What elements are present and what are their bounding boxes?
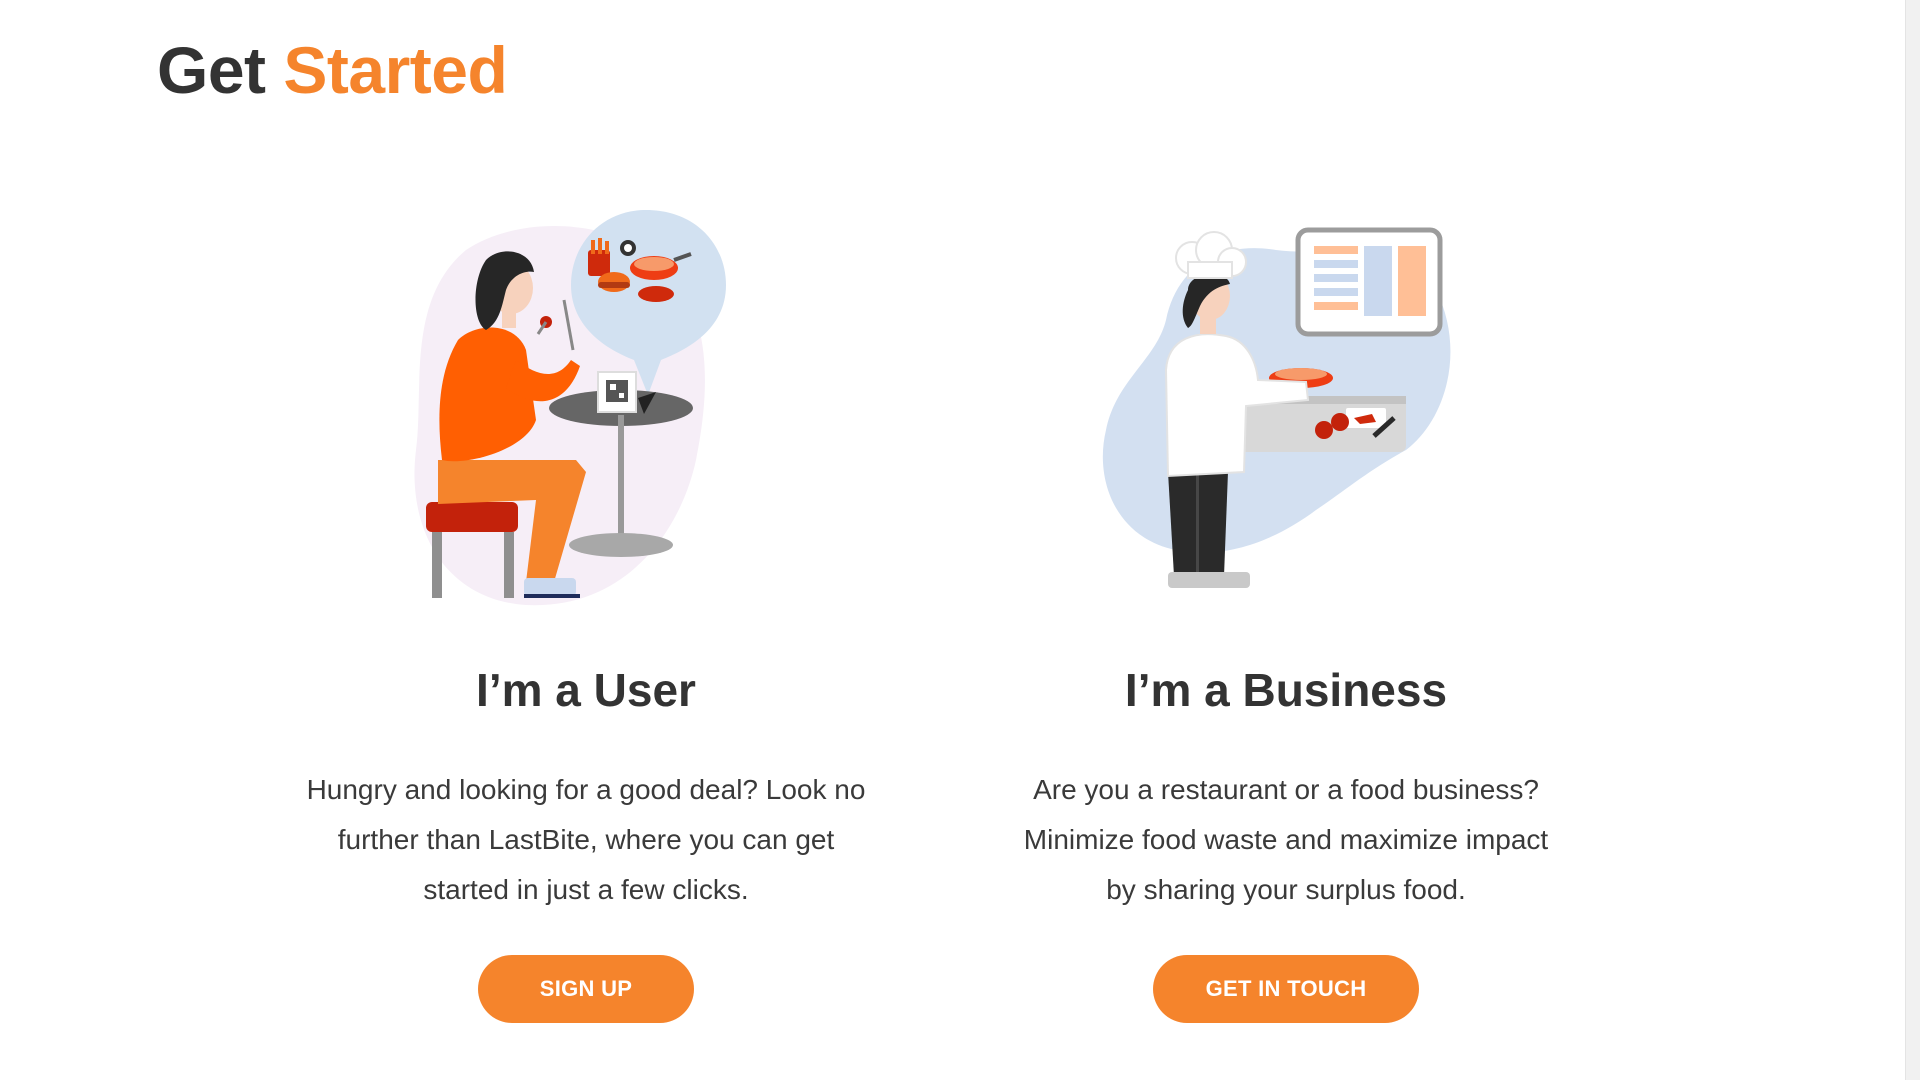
page-title-part1: Get (157, 33, 266, 107)
page-title: Get Started (157, 30, 508, 110)
user-card-title: I’m a User (476, 664, 696, 716)
business-card-description: Are you a restaurant or a food business?… (1023, 774, 1549, 905)
user-card: I’m a User Hungry and looking for a good… (276, 210, 896, 1040)
business-card: I’m a Business Are you a restaurant or a… (976, 210, 1596, 1040)
woman-dining-icon (376, 210, 796, 610)
sign-up-button[interactable]: SIGN UP (478, 955, 694, 1023)
business-card-title: I’m a Business (1124, 664, 1448, 716)
get-in-touch-button[interactable]: GET IN TOUCH (1153, 955, 1419, 1023)
get-started-page: Get Started I’m a User Hungry and lookin… (0, 0, 1920, 1080)
chef-cooking-icon (1076, 210, 1496, 610)
page-title-accent: Started (283, 33, 508, 107)
vertical-scrollbar[interactable] (1905, 0, 1920, 1080)
user-card-description: Hungry and looking for a good deal? Look… (306, 774, 866, 905)
